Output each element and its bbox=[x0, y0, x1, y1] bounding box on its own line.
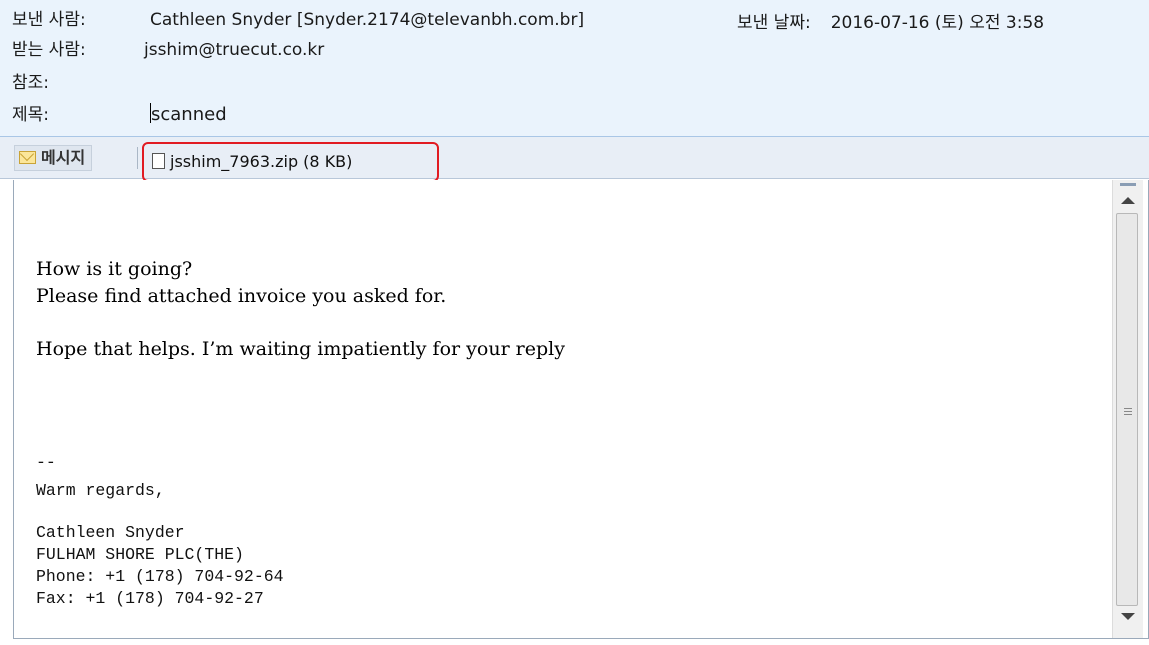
from-label: 보낸 사람: bbox=[12, 10, 86, 30]
scrollbar-top-bar bbox=[1120, 183, 1136, 186]
to-label: 받는 사람: bbox=[12, 40, 86, 60]
from-value[interactable]: Cathleen Snyder [Snyder.2174@televanbh.c… bbox=[150, 7, 584, 33]
to-value[interactable]: jsshim@truecut.co.kr bbox=[144, 37, 324, 63]
attachment-content: jsshim_7963.zip (8 KB) bbox=[152, 150, 352, 174]
vertical-scrollbar[interactable] bbox=[1112, 180, 1143, 638]
cc-label: 참조: bbox=[12, 73, 50, 93]
date-row: 보낸 날짜: 2016-07-16 (토) 오전 3:58 bbox=[737, 10, 1044, 36]
tab-message-label: 메시지 bbox=[41, 148, 86, 167]
message-greeting: How is it going? bbox=[36, 258, 193, 280]
signature-phone: Phone: +1 (178) 704-92-64 bbox=[36, 567, 284, 586]
grip-line bbox=[1124, 411, 1132, 412]
attachment-label: jsshim_7963.zip (8 KB) bbox=[170, 152, 353, 171]
tab-message[interactable]: 메시지 bbox=[14, 145, 93, 171]
signature-fax: Fax: +1 (178) 704-92-27 bbox=[36, 589, 264, 608]
signature-name: Cathleen Snyder bbox=[36, 523, 185, 542]
message-header: 보낸 사람: Cathleen Snyder [Snyder.2174@tele… bbox=[0, 0, 1149, 137]
tab-divider bbox=[137, 147, 138, 169]
signature-separator: -- bbox=[36, 453, 56, 472]
grip-line bbox=[1124, 408, 1132, 409]
signature-regards: Warm regards, bbox=[36, 481, 165, 500]
message-line-2: Hope that helps. I’m waiting impatiently… bbox=[36, 338, 565, 360]
scrollbar-thumb[interactable] bbox=[1116, 213, 1138, 606]
message-line-1: Please find attached invoice you asked f… bbox=[36, 285, 447, 307]
date-label: 보낸 날짜: bbox=[737, 13, 811, 33]
file-icon bbox=[152, 153, 165, 169]
subject-label: 제목: bbox=[12, 105, 50, 125]
attachment-item[interactable]: jsshim_7963.zip (8 KB) bbox=[142, 142, 439, 182]
subject-text: scanned bbox=[151, 104, 227, 125]
scroll-down-icon[interactable] bbox=[1121, 613, 1135, 620]
date-value: 2016-07-16 (토) 오전 3:58 bbox=[830, 13, 1045, 33]
signature-company: FULHAM SHORE PLC(THE) bbox=[36, 545, 244, 564]
grip-line bbox=[1124, 414, 1132, 415]
scroll-up-icon[interactable] bbox=[1121, 197, 1135, 204]
subject-value: scanned bbox=[150, 102, 227, 128]
mail-icon bbox=[19, 151, 36, 164]
